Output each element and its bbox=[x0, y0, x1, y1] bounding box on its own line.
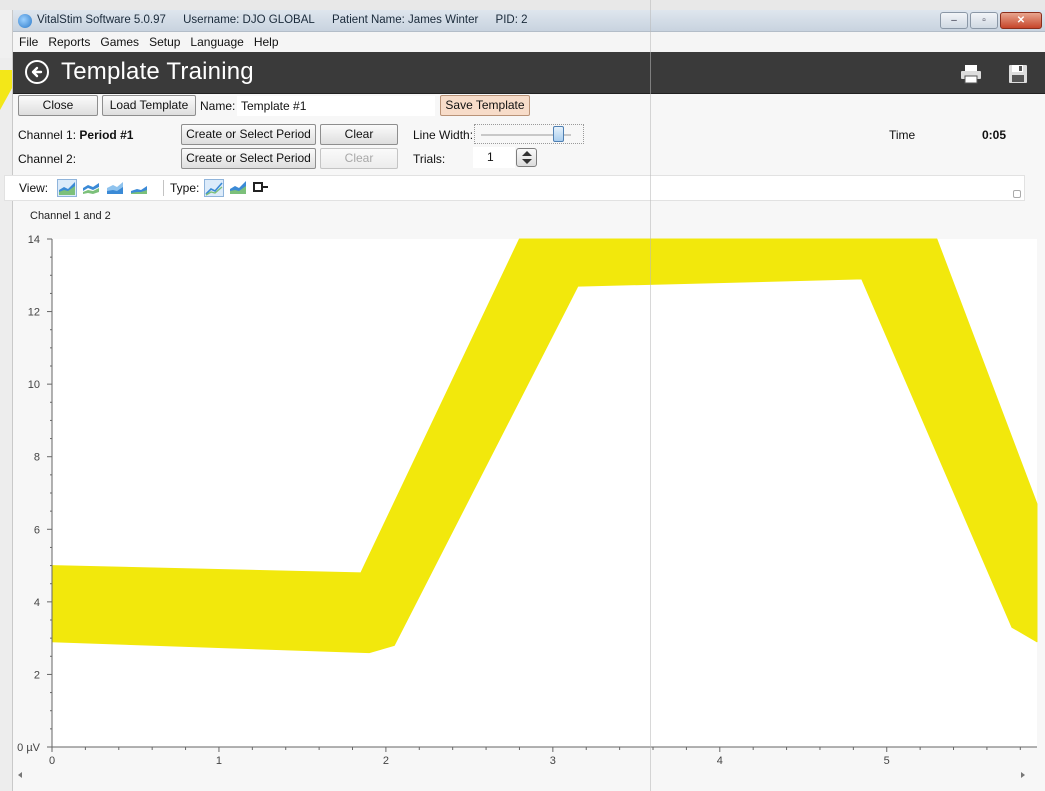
save-icon[interactable] bbox=[1008, 64, 1028, 84]
close-button[interactable]: Close bbox=[18, 95, 98, 116]
template-name-field[interactable]: Template #1 bbox=[237, 96, 435, 116]
horizontal-scrollbar[interactable] bbox=[10, 768, 1033, 782]
channel-1-clear-button[interactable]: Clear bbox=[320, 124, 398, 145]
channel-2-create-period-button[interactable]: Create or Select Period bbox=[181, 148, 316, 169]
menu-bar: File Reports Games Setup Language Help bbox=[13, 32, 1045, 52]
save-template-button[interactable]: Save Template bbox=[440, 95, 530, 116]
minimize-button[interactable]: ‒ bbox=[940, 12, 968, 29]
window-title: VitalStim Software 5.0.97 Username: DJO … bbox=[37, 14, 542, 26]
area-chart-icon[interactable] bbox=[57, 179, 77, 197]
type-label: Type: bbox=[170, 181, 200, 195]
toolbar-separator bbox=[163, 180, 164, 196]
channel-2-clear-button[interactable]: Clear bbox=[320, 148, 398, 169]
y-tick-label: 8 bbox=[34, 452, 40, 464]
x-tick-label: 1 bbox=[216, 755, 222, 767]
type-area-chart-icon[interactable] bbox=[229, 179, 249, 197]
view-label: View: bbox=[19, 181, 49, 195]
trials-field[interactable]: 1 bbox=[473, 147, 515, 168]
menu-games[interactable]: Games bbox=[96, 35, 145, 49]
y-tick-label: 14 bbox=[28, 234, 40, 246]
vitalstim-app-icon bbox=[18, 14, 32, 28]
title-patient: Patient Name: James Winter bbox=[331, 14, 479, 26]
page-title: Template Training bbox=[61, 58, 254, 85]
title-app-name: VitalStim Software 5.0.97 bbox=[37, 14, 166, 26]
menu-language[interactable]: Language bbox=[186, 35, 249, 49]
small-area-icon[interactable] bbox=[130, 179, 150, 197]
menu-help[interactable]: Help bbox=[250, 35, 285, 49]
channel-1-create-period-button[interactable]: Create or Select Period bbox=[181, 124, 316, 145]
desktop-background bbox=[0, 0, 1045, 10]
trials-spinner[interactable] bbox=[516, 148, 537, 167]
channel-2-label: Channel 2: bbox=[18, 152, 77, 166]
name-label: Name: bbox=[200, 99, 236, 113]
line-chart-icon[interactable] bbox=[204, 179, 224, 197]
x-tick-label: 5 bbox=[884, 755, 890, 767]
channel-1-caption: Channel 1: bbox=[18, 128, 77, 142]
y-tick-label: 4 bbox=[34, 597, 40, 609]
window-controls: ‒ ▫ ✕ bbox=[940, 12, 1042, 29]
scroll-right-icon[interactable] bbox=[1021, 772, 1025, 778]
scroll-left-icon[interactable] bbox=[18, 772, 22, 778]
x-tick-label: 4 bbox=[717, 755, 723, 767]
line-width-slider[interactable] bbox=[474, 124, 584, 144]
y-tick-label: 10 bbox=[28, 379, 40, 391]
x-tick-label: 0 bbox=[49, 755, 55, 767]
y-tick-label: 12 bbox=[28, 307, 40, 319]
title-pid: PID: 2 bbox=[495, 14, 528, 26]
maximize-button[interactable]: ▫ bbox=[970, 12, 998, 29]
y-tick-label: 6 bbox=[34, 524, 40, 536]
menu-reports[interactable]: Reports bbox=[44, 35, 96, 49]
time-value: 0:05 bbox=[982, 128, 1007, 142]
title-bar: VitalStim Software 5.0.97 Username: DJO … bbox=[13, 10, 1045, 32]
resize-grip-icon[interactable] bbox=[1013, 190, 1021, 198]
spinner-down-icon[interactable] bbox=[522, 159, 532, 164]
line-width-label: Line Width: bbox=[413, 128, 474, 142]
chart-title: Channel 1 and 2 bbox=[30, 210, 111, 222]
x-tick-label: 3 bbox=[550, 755, 556, 767]
channel-1-label: Channel 1: Period #1 bbox=[18, 128, 133, 142]
area-outline-icon[interactable] bbox=[106, 179, 126, 197]
x-tick-label: 2 bbox=[383, 755, 389, 767]
close-window-button[interactable]: ✕ bbox=[1000, 12, 1042, 29]
slider-thumb[interactable] bbox=[553, 126, 564, 142]
spinner-up-icon[interactable] bbox=[522, 151, 532, 156]
load-template-button[interactable]: Load Template bbox=[102, 95, 196, 116]
settings-plug-icon[interactable] bbox=[252, 179, 272, 197]
stacked-area-icon[interactable] bbox=[82, 179, 102, 197]
channel-chart[interactable]: 0 µV24681012140 1 2 3 4 5 bbox=[0, 222, 1045, 767]
print-icon[interactable] bbox=[960, 64, 982, 84]
page-header: Template Training bbox=[13, 52, 1045, 94]
menu-file[interactable]: File bbox=[15, 35, 44, 49]
back-icon[interactable] bbox=[25, 60, 49, 84]
y-tick-label: 0 µV bbox=[17, 742, 41, 754]
y-tick-label: 2 bbox=[34, 669, 40, 681]
view-type-bar: View: Type: bbox=[4, 175, 1025, 201]
menu-setup[interactable]: Setup bbox=[145, 35, 186, 49]
channel-1-period: Period #1 bbox=[79, 128, 134, 142]
time-label: Time bbox=[889, 128, 916, 142]
trials-label: Trials: bbox=[413, 152, 446, 166]
title-username: Username: DJO GLOBAL bbox=[183, 14, 315, 26]
